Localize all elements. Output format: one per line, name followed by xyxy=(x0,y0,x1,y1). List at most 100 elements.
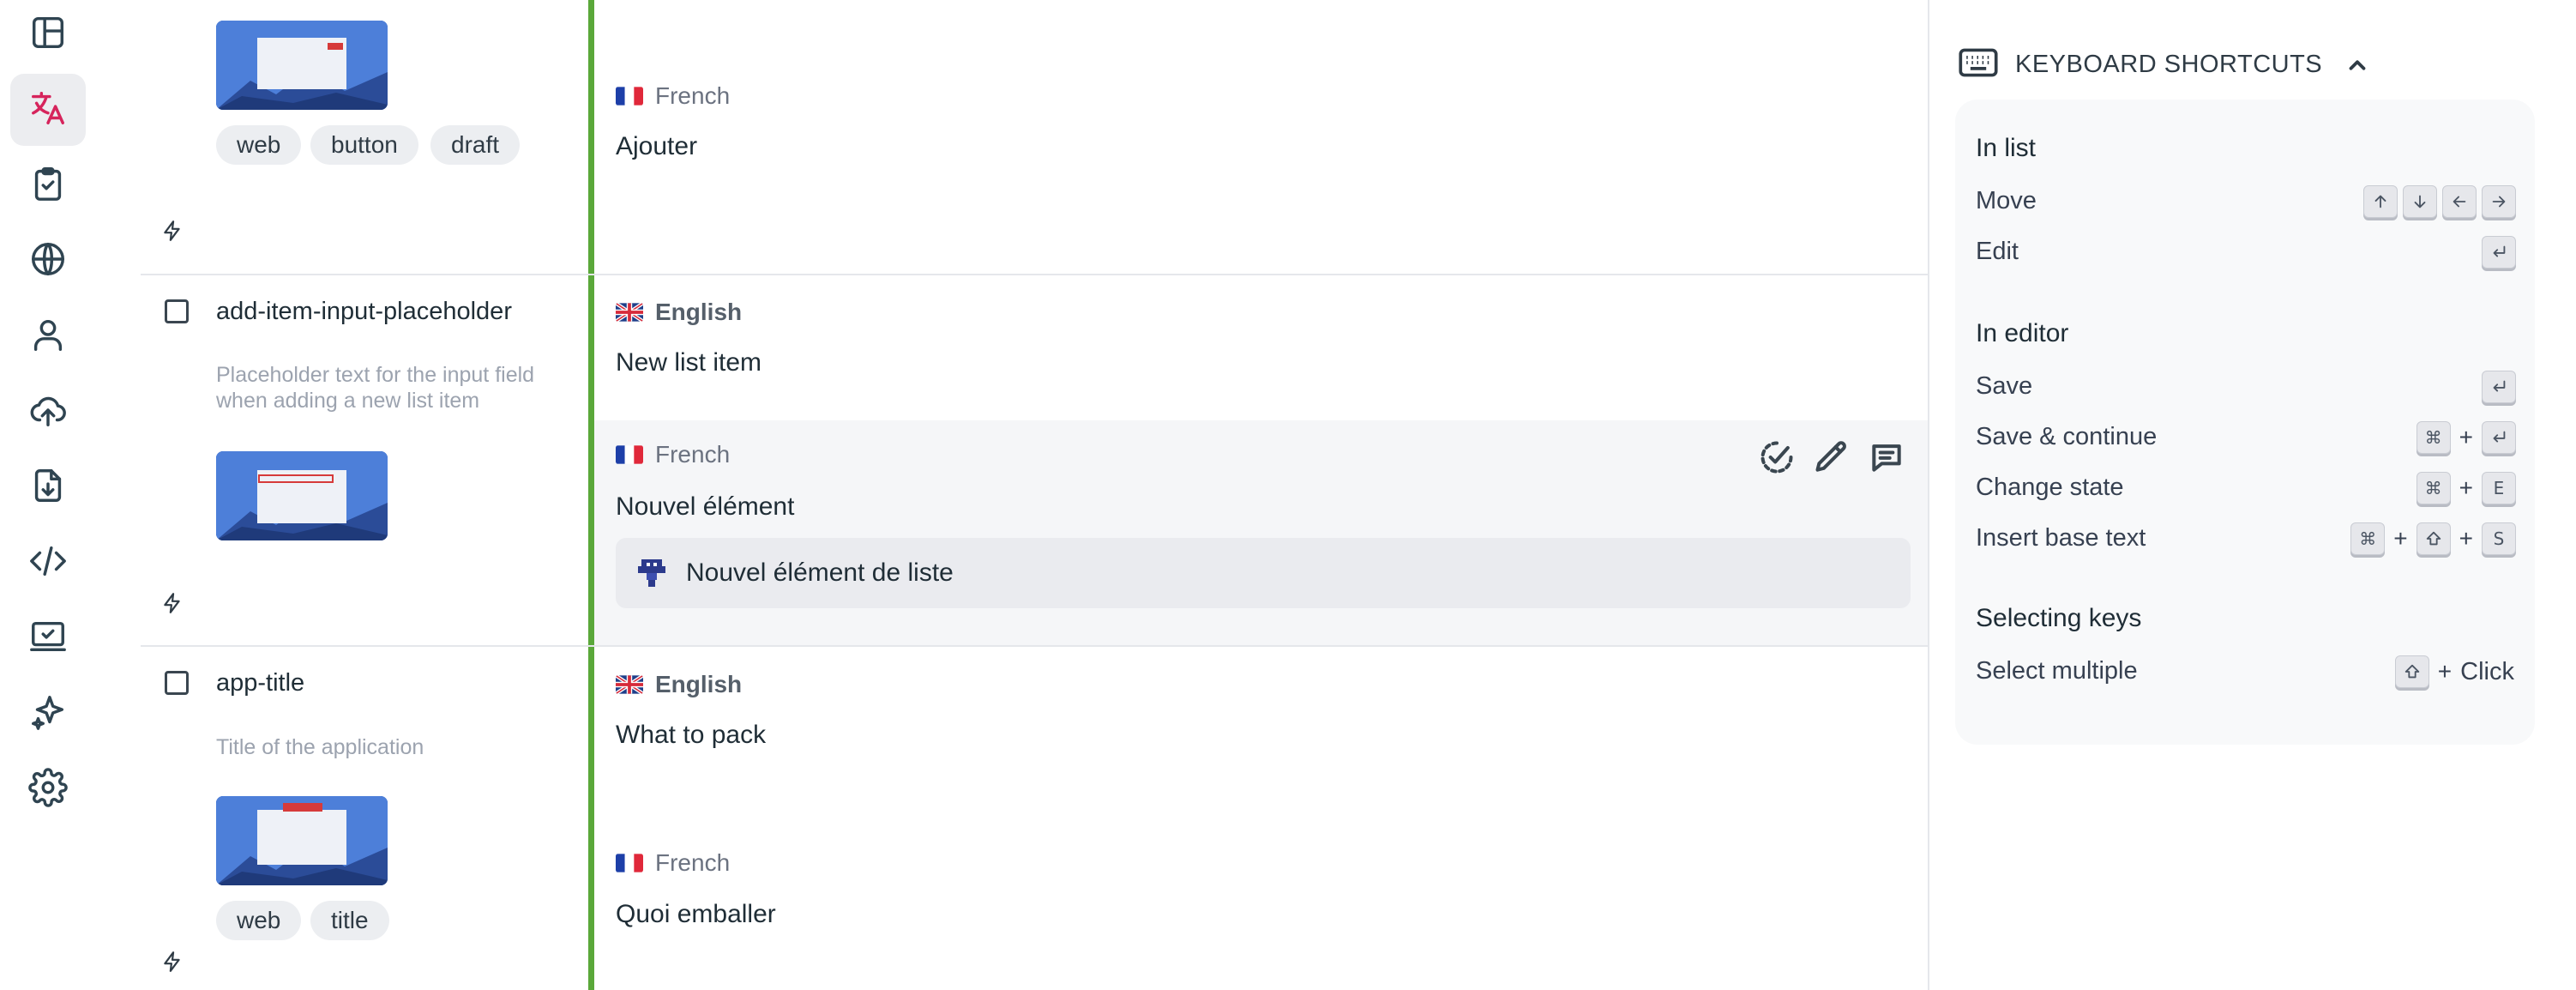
command-key: ⌘ xyxy=(2350,522,2386,555)
shortcut-label: Move xyxy=(1976,187,2037,214)
pencil-icon[interactable] xyxy=(1813,438,1851,476)
screenshot-thumbnail[interactable] xyxy=(216,451,388,540)
key-name[interactable]: app-title xyxy=(216,669,304,697)
tag[interactable]: web xyxy=(216,901,302,940)
nav-languages[interactable] xyxy=(10,225,86,297)
tag[interactable]: draft xyxy=(430,125,521,165)
lightning-icon[interactable] xyxy=(161,220,184,242)
nav-tasks[interactable] xyxy=(10,149,86,221)
comment-icon[interactable] xyxy=(1868,438,1905,476)
language-label: French xyxy=(616,849,730,877)
language-name: English xyxy=(655,299,743,325)
key-description: Title of the application xyxy=(216,735,424,759)
user-icon xyxy=(28,315,68,359)
globe-icon xyxy=(28,239,68,283)
tasks-icon xyxy=(28,164,68,208)
flag-gb-icon xyxy=(616,303,643,322)
tag[interactable]: web xyxy=(216,125,302,165)
translation-text[interactable]: Quoi emballer xyxy=(616,900,776,929)
translation-text[interactable]: New list item xyxy=(616,348,761,377)
language-name: French xyxy=(655,441,731,468)
arrow-down-icon xyxy=(2403,185,2437,218)
nav-ai[interactable] xyxy=(10,678,86,750)
shortcut-label: Insert base text xyxy=(1976,524,2146,552)
nav-settings[interactable] xyxy=(10,753,86,825)
state-indicator-bar xyxy=(588,0,594,990)
panel-divider xyxy=(1928,0,1929,990)
machine-translation-icon xyxy=(638,559,665,587)
screenshot-thumbnail[interactable] xyxy=(216,796,388,885)
click-label: Click xyxy=(2460,657,2514,685)
row-divider xyxy=(141,274,1928,275)
arrow-left-icon xyxy=(2442,185,2477,218)
language-name: English xyxy=(655,671,743,697)
shortcuts-section-title: Selecting keys xyxy=(1976,604,2142,632)
plus-sign: + xyxy=(2459,525,2473,552)
plus-sign: + xyxy=(2437,658,2453,685)
nav-translations[interactable] xyxy=(10,74,86,146)
arrow-up-icon xyxy=(2363,185,2398,218)
cloud-upload-icon xyxy=(28,390,68,434)
sparkles-icon xyxy=(28,692,68,736)
shortcut-keys-save xyxy=(2482,371,2516,403)
language-label: French xyxy=(616,441,730,468)
active-translation-cell[interactable] xyxy=(594,420,1928,647)
monitor-check-icon xyxy=(28,617,68,661)
gear-icon xyxy=(28,767,68,812)
shortcut-keys-select-multiple: + Click xyxy=(2394,655,2514,688)
flag-fr-icon xyxy=(616,445,643,464)
flag-fr-icon xyxy=(616,87,643,106)
command-key: ⌘ xyxy=(2416,472,2451,504)
language-name: French xyxy=(655,849,731,876)
shortcut-label: Edit xyxy=(1976,238,2019,265)
plus-sign: + xyxy=(2459,424,2473,450)
plus-sign: + xyxy=(2459,474,2473,501)
side-navigation xyxy=(0,0,96,990)
nav-integrate[interactable] xyxy=(10,602,86,674)
lightning-icon[interactable] xyxy=(161,592,184,614)
shortcut-label: Select multiple xyxy=(1976,657,2138,685)
lightning-icon[interactable] xyxy=(161,951,184,973)
arrow-right-icon xyxy=(2482,185,2516,218)
translate-icon xyxy=(28,88,68,132)
translation-text[interactable]: Ajouter xyxy=(616,132,697,161)
language-label: English xyxy=(616,671,742,698)
row-divider xyxy=(141,645,1928,647)
language-label: French xyxy=(616,82,730,110)
translation-text[interactable]: What to pack xyxy=(616,721,766,750)
shortcut-label: Save & continue xyxy=(1976,423,2158,450)
key-name[interactable]: add-item-input-placeholder xyxy=(216,298,512,326)
shortcuts-title: KEYBOARD SHORTCUTS xyxy=(2015,51,2323,78)
dashboard-icon xyxy=(28,13,68,57)
nav-dashboard[interactable] xyxy=(10,0,86,70)
tag[interactable]: title xyxy=(310,901,389,940)
nav-export[interactable] xyxy=(10,451,86,523)
shortcut-keys-insert-base: ⌘ + + S xyxy=(2350,522,2516,555)
shortcuts-toggle[interactable]: KEYBOARD SHORTCUTS xyxy=(1959,48,2370,81)
nav-import[interactable] xyxy=(10,376,86,448)
code-icon xyxy=(28,541,68,585)
shortcut-keys-save-continue: ⌘ + xyxy=(2416,421,2516,454)
translation-text[interactable]: Nouvel élément xyxy=(616,492,794,522)
nav-developer[interactable] xyxy=(10,527,86,599)
command-key: ⌘ xyxy=(2416,421,2451,454)
shortcut-keys-edit xyxy=(2482,236,2516,269)
shortcuts-section-title: In list xyxy=(1976,134,2037,162)
shift-key-icon xyxy=(2416,522,2451,555)
screenshot-thumbnail[interactable] xyxy=(216,21,388,110)
machine-translation-suggestion[interactable]: Nouvel élément de liste xyxy=(616,538,1911,608)
tag[interactable]: button xyxy=(310,125,418,165)
flag-fr-icon xyxy=(616,854,643,872)
shift-key-icon xyxy=(2394,655,2429,688)
shortcuts-section-title: In editor xyxy=(1976,319,2069,347)
keyboard-icon xyxy=(1959,48,1998,81)
suggestion-text: Nouvel élément de liste xyxy=(686,558,954,587)
nav-members[interactable] xyxy=(10,300,86,372)
change-state-icon[interactable] xyxy=(1758,438,1796,476)
key-select-checkbox[interactable] xyxy=(165,299,189,323)
chevron-up-icon xyxy=(2344,52,2370,78)
flag-gb-icon xyxy=(616,675,643,694)
key-select-checkbox[interactable] xyxy=(165,671,189,695)
language-label: English xyxy=(616,299,742,326)
enter-key-icon xyxy=(2482,421,2516,454)
